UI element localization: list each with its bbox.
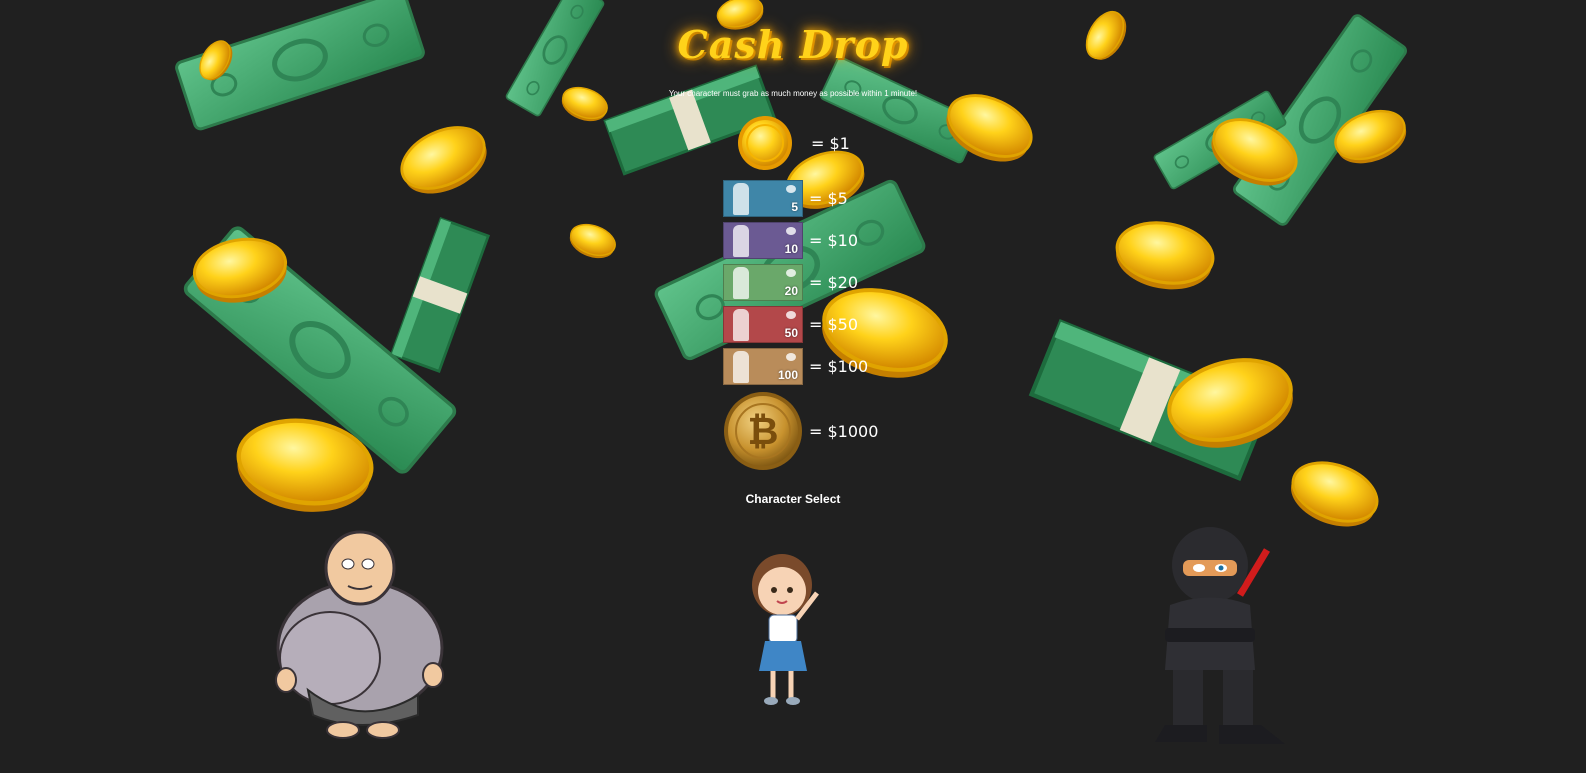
girl-character-icon[interactable]	[747, 553, 827, 710]
legend-bill-5: 5 = $5	[723, 180, 848, 217]
legend-label: = $5	[809, 189, 848, 208]
money-stack-icon	[390, 217, 490, 373]
gold-coin-icon	[738, 116, 792, 170]
legend-bill-10: 10 = $10	[723, 222, 858, 259]
game-title: Cash Drop	[677, 22, 909, 67]
bitcoin-icon: ₿	[724, 392, 802, 470]
legend-bill-50: 50 = $50	[723, 306, 858, 343]
game-instructions: Your character must grab as much money a…	[668, 89, 918, 98]
fifty-dollar-bill-icon: 50	[723, 306, 803, 343]
legend-label: = $10	[809, 231, 859, 250]
legend-label: = $50	[809, 315, 859, 334]
legend-bill-20: 20 = $20	[723, 264, 858, 301]
five-dollar-bill-icon: 5	[723, 180, 803, 217]
legend-coin: = $1	[737, 115, 850, 171]
legend-label: = $1000	[809, 421, 879, 441]
ninja-character-icon[interactable]	[1145, 520, 1295, 752]
character-select-heading: Character Select	[745, 492, 841, 506]
svg-text:₿: ₿	[748, 409, 779, 453]
twenty-dollar-bill-icon: 20	[723, 264, 803, 301]
legend-bitcoin: ₿ = $1000	[723, 391, 878, 471]
gold-coin-icon	[390, 113, 498, 208]
gold-coin-icon	[564, 218, 621, 265]
gold-coin-icon	[1109, 214, 1220, 299]
hundred-dollar-bill-icon: 100	[723, 348, 803, 385]
legend-label: = $100	[809, 357, 869, 376]
legend-label: = $20	[809, 273, 859, 292]
legend-bill-100: 100 = $100	[723, 348, 868, 385]
ten-dollar-bill-icon: 10	[723, 222, 803, 259]
legend-label: = $1	[811, 133, 850, 153]
big-man-character-icon[interactable]	[268, 530, 453, 745]
